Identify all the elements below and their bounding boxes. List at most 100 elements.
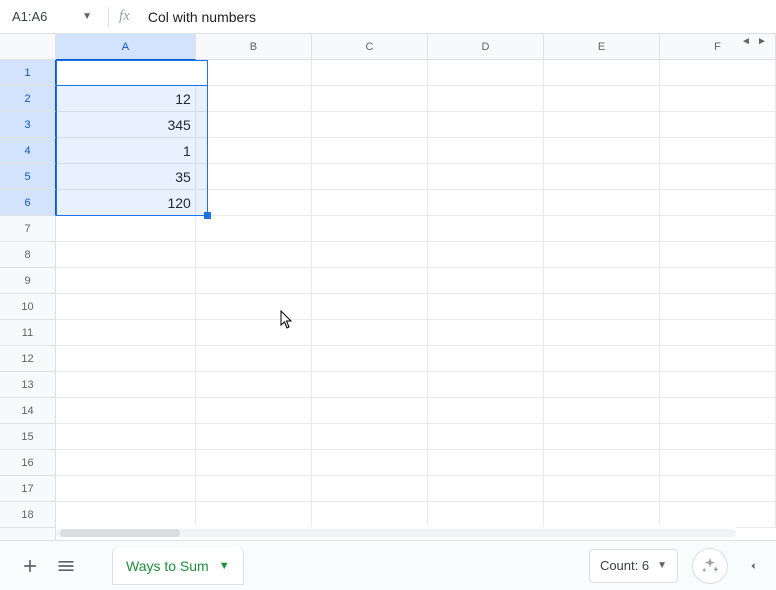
formula-input[interactable]	[148, 9, 770, 25]
row-header-9[interactable]: 9	[0, 268, 55, 294]
cell-A18[interactable]	[56, 502, 196, 528]
cell-C18[interactable]	[312, 502, 428, 528]
row-header-17[interactable]: 17	[0, 476, 55, 502]
select-all-corner[interactable]	[0, 34, 56, 60]
cell-A4[interactable]: 1	[56, 138, 196, 164]
cell-B7[interactable]	[196, 216, 312, 242]
cell-E16[interactable]	[544, 450, 660, 476]
cell-E9[interactable]	[544, 268, 660, 294]
quick-sum-box[interactable]: Count: 6 ▼	[589, 549, 678, 583]
explore-button[interactable]	[692, 548, 728, 584]
cell-A8[interactable]	[56, 242, 196, 268]
cell-F7[interactable]	[660, 216, 776, 242]
cell-D14[interactable]	[428, 398, 544, 424]
side-panel-toggle[interactable]	[742, 548, 764, 584]
row-header-4[interactable]: 4	[0, 138, 56, 164]
row-header-6[interactable]: 6	[0, 190, 56, 216]
cell-A1[interactable]: Col with numbers	[56, 60, 196, 86]
row-header-3[interactable]: 3	[0, 112, 56, 138]
cell-E18[interactable]	[544, 502, 660, 528]
cell-C14[interactable]	[312, 398, 428, 424]
cell-C2[interactable]	[312, 86, 428, 112]
cell-D3[interactable]	[428, 112, 544, 138]
cell-E12[interactable]	[544, 346, 660, 372]
cell-D5[interactable]	[428, 164, 544, 190]
cell-B14[interactable]	[196, 398, 312, 424]
row-header-11[interactable]: 11	[0, 320, 55, 346]
cell-E8[interactable]	[544, 242, 660, 268]
cell-E13[interactable]	[544, 372, 660, 398]
add-sheet-button[interactable]	[12, 548, 48, 584]
column-header-C[interactable]: C	[312, 34, 428, 59]
cell-E10[interactable]	[544, 294, 660, 320]
cell-D8[interactable]	[428, 242, 544, 268]
cell-B11[interactable]	[196, 320, 312, 346]
cell-A17[interactable]	[56, 476, 196, 502]
cell-C11[interactable]	[312, 320, 428, 346]
cell-D2[interactable]	[428, 86, 544, 112]
cell-E1[interactable]	[544, 60, 660, 86]
scrollbar-thumb[interactable]	[60, 529, 180, 537]
cell-A15[interactable]	[56, 424, 196, 450]
cell-C10[interactable]	[312, 294, 428, 320]
row-header-1[interactable]: 1	[0, 60, 56, 86]
cell-D16[interactable]	[428, 450, 544, 476]
cell-E5[interactable]	[544, 164, 660, 190]
cell-C4[interactable]	[312, 138, 428, 164]
cell-E4[interactable]	[544, 138, 660, 164]
cell-C9[interactable]	[312, 268, 428, 294]
cell-A7[interactable]	[56, 216, 196, 242]
cell-A5[interactable]: 35	[56, 164, 196, 190]
cells-area[interactable]: Col with numbers12345135120	[56, 60, 776, 540]
cell-A14[interactable]	[56, 398, 196, 424]
cell-E15[interactable]	[544, 424, 660, 450]
cell-B4[interactable]	[196, 138, 312, 164]
row-header-15[interactable]: 15	[0, 424, 55, 450]
cell-C16[interactable]	[312, 450, 428, 476]
cell-C12[interactable]	[312, 346, 428, 372]
cell-F17[interactable]	[660, 476, 776, 502]
column-header-D[interactable]: D	[428, 34, 544, 59]
cell-F10[interactable]	[660, 294, 776, 320]
cell-F5[interactable]	[660, 164, 776, 190]
cell-B6[interactable]	[196, 190, 312, 216]
cell-E6[interactable]	[544, 190, 660, 216]
cell-F18[interactable]	[660, 502, 776, 528]
scroll-left-icon[interactable]: ◄	[738, 34, 754, 48]
row-header-10[interactable]: 10	[0, 294, 55, 320]
column-header-A[interactable]: A	[56, 34, 196, 60]
cell-B2[interactable]	[196, 86, 312, 112]
cell-B9[interactable]	[196, 268, 312, 294]
cell-B17[interactable]	[196, 476, 312, 502]
cell-E7[interactable]	[544, 216, 660, 242]
cell-A13[interactable]	[56, 372, 196, 398]
cell-E3[interactable]	[544, 112, 660, 138]
cell-B1[interactable]	[196, 60, 312, 86]
cell-F4[interactable]	[660, 138, 776, 164]
scroll-right-icon[interactable]: ►	[754, 34, 770, 48]
cell-A16[interactable]	[56, 450, 196, 476]
cell-C7[interactable]	[312, 216, 428, 242]
cell-A9[interactable]	[56, 268, 196, 294]
cell-F9[interactable]	[660, 268, 776, 294]
cell-C17[interactable]	[312, 476, 428, 502]
cell-B8[interactable]	[196, 242, 312, 268]
cell-F16[interactable]	[660, 450, 776, 476]
cell-A10[interactable]	[56, 294, 196, 320]
cell-F12[interactable]	[660, 346, 776, 372]
row-header-5[interactable]: 5	[0, 164, 56, 190]
column-header-E[interactable]: E	[544, 34, 660, 59]
cell-E2[interactable]	[544, 86, 660, 112]
cell-D18[interactable]	[428, 502, 544, 528]
cell-D11[interactable]	[428, 320, 544, 346]
column-header-B[interactable]: B	[196, 34, 312, 59]
cell-F15[interactable]	[660, 424, 776, 450]
name-box[interactable]: A1:A6 ▼	[6, 5, 98, 29]
cell-C15[interactable]	[312, 424, 428, 450]
cell-C8[interactable]	[312, 242, 428, 268]
cell-B13[interactable]	[196, 372, 312, 398]
cell-B15[interactable]	[196, 424, 312, 450]
sheet-tab-active[interactable]: Ways to Sum ▼	[112, 547, 244, 585]
cell-F8[interactable]	[660, 242, 776, 268]
cell-E11[interactable]	[544, 320, 660, 346]
